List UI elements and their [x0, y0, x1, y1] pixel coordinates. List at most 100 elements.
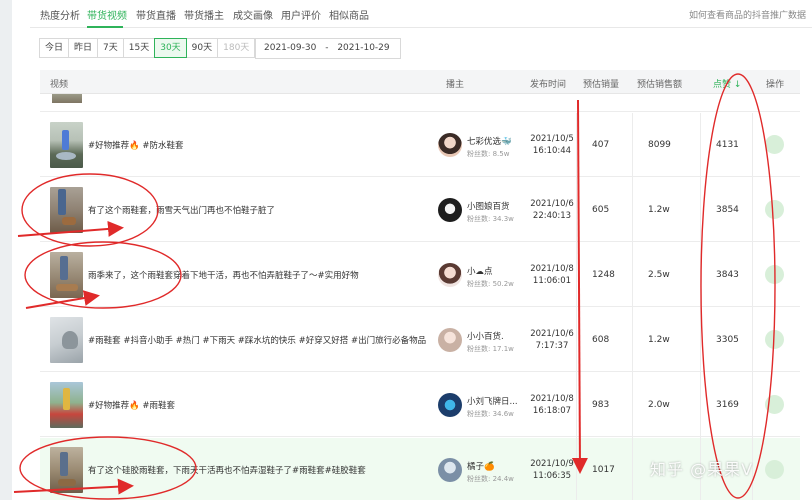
- header-est-sales[interactable]: 预估销量: [583, 77, 619, 90]
- est-amount: 2.0w: [648, 400, 670, 410]
- fans-count: 粉丝数: 34.3w: [467, 215, 514, 223]
- tab-bar: 热度分析 带货视频 带货直播 带货播主 成交画像 用户评价 相似商品 如何查看商…: [30, 0, 812, 28]
- table-row[interactable]: #好物推荐🔥 #雨鞋套 小刘飞牌日... 粉丝数: 34.6w 2021/10/…: [40, 373, 800, 437]
- streamer-name[interactable]: 小☁点: [467, 265, 493, 277]
- range-15d-button[interactable]: 15天: [122, 38, 156, 58]
- date-end: 2021-10-29: [337, 43, 390, 53]
- video-title[interactable]: 有了这个硅胶雨鞋套，下雨天干活再也不怕弄湿鞋子了#雨鞋套#硅胶鞋套: [88, 464, 366, 476]
- video-thumbnail[interactable]: [52, 94, 82, 103]
- streamer-name[interactable]: 小刘飞牌日...: [467, 395, 518, 407]
- tab-goods-videos[interactable]: 带货视频: [87, 7, 127, 22]
- row-action-button[interactable]: [765, 460, 784, 479]
- watermark: 知乎 @果果V: [650, 460, 754, 479]
- date-range-selector: 今日 昨日 7天 15天 30天 90天 180天: [39, 38, 256, 58]
- left-rail: [0, 0, 12, 500]
- est-amount: 2.5w: [648, 270, 670, 280]
- est-amount: 1.2w: [648, 205, 670, 215]
- fans-count: 粉丝数: 8.5w: [467, 150, 510, 158]
- header-publish-time[interactable]: 发布时间: [530, 77, 566, 90]
- streamer-avatar[interactable]: [438, 263, 462, 287]
- video-thumbnail[interactable]: [50, 317, 83, 363]
- videos-table: 视频 播主 发布时间 预估销量 预估销售额 点赞 ↓ 操作 #好物推荐🔥 #防水…: [40, 70, 800, 500]
- row-action-button[interactable]: [765, 395, 784, 414]
- range-90d-button[interactable]: 90天: [185, 38, 219, 58]
- help-link[interactable]: 如何查看商品的抖音推广数据: [689, 8, 806, 21]
- publish-time: 2021/10/9 11:06:35: [530, 459, 574, 481]
- publish-time: 2021/10/8 11:06:01: [530, 264, 574, 286]
- table-row-partial: [40, 94, 800, 112]
- fans-count: 粉丝数: 50.2w: [467, 280, 514, 288]
- likes-count: 3854: [716, 205, 739, 215]
- tab-user-reviews[interactable]: 用户评价: [281, 7, 321, 22]
- active-tab-indicator: [87, 26, 123, 28]
- tab-goods-live[interactable]: 带货直播: [136, 7, 176, 22]
- row-action-button[interactable]: [765, 330, 784, 349]
- date-separator: -: [325, 43, 329, 53]
- video-title[interactable]: 雨季来了，这个雨鞋套穿着下地干活，再也不怕弄脏鞋子了～#实用好物: [88, 269, 359, 281]
- range-30d-button[interactable]: 30天: [154, 38, 187, 58]
- publish-time: 2021/10/5 16:10:44: [530, 134, 574, 156]
- streamer-name[interactable]: 小小百货.: [467, 330, 504, 342]
- streamer-name[interactable]: 橘子🍊: [467, 460, 495, 472]
- video-title[interactable]: #好物推荐🔥 #雨鞋套: [88, 399, 175, 411]
- est-sales: 407: [592, 140, 610, 150]
- streamer-avatar[interactable]: [438, 328, 462, 352]
- range-yesterday-button[interactable]: 昨日: [68, 38, 99, 58]
- row-action-button[interactable]: [765, 135, 784, 154]
- video-title[interactable]: 有了这个雨鞋套，雨雪天气出门再也不怕鞋子脏了: [88, 204, 275, 216]
- date-start: 2021-09-30: [264, 43, 317, 53]
- tab-goods-streamers[interactable]: 带货播主: [184, 7, 224, 22]
- header-likes-sorted[interactable]: 点赞 ↓: [713, 77, 741, 90]
- publish-time: 2021/10/8 16:18:07: [530, 394, 574, 416]
- publish-time: 2021/10/6 7:17:37: [530, 329, 574, 351]
- fans-count: 粉丝数: 34.6w: [467, 410, 514, 418]
- video-title[interactable]: #好物推荐🔥 #防水鞋套: [88, 139, 184, 151]
- table-row[interactable]: #好物推荐🔥 #防水鞋套 七彩优选🐳 粉丝数: 8.5w 2021/10/5 16…: [40, 113, 800, 177]
- tab-heat-analysis[interactable]: 热度分析: [40, 7, 80, 22]
- est-amount: 1.2w: [648, 335, 670, 345]
- range-180d-button[interactable]: 180天: [217, 38, 256, 58]
- range-today-button[interactable]: 今日: [39, 38, 70, 58]
- table-header: 视频 播主 发布时间 预估销量 预估销售额 点赞 ↓ 操作: [40, 70, 800, 94]
- table-row[interactable]: 雨季来了，这个雨鞋套穿着下地干活，再也不怕弄脏鞋子了～#实用好物 小☁点 粉丝数…: [40, 243, 800, 307]
- video-thumbnail[interactable]: [50, 447, 83, 493]
- est-sales: 608: [592, 335, 610, 345]
- row-action-button[interactable]: [765, 265, 784, 284]
- likes-count: 3169: [716, 400, 739, 410]
- streamer-avatar[interactable]: [438, 393, 462, 417]
- tab-buyer-portrait[interactable]: 成交画像: [233, 7, 273, 22]
- streamer-avatar[interactable]: [438, 458, 462, 482]
- video-thumbnail[interactable]: [50, 187, 83, 233]
- table-row[interactable]: 有了这个雨鞋套，雨雪天气出门再也不怕鞋子脏了 小图娘百货 粉丝数: 34.3w …: [40, 178, 800, 242]
- video-thumbnail[interactable]: [50, 382, 83, 428]
- likes-count: 3843: [716, 270, 739, 280]
- header-streamer: 播主: [446, 80, 465, 90]
- column-divider: [752, 113, 753, 500]
- publish-time: 2021/10/6 22:40:13: [530, 199, 574, 221]
- est-sales: 983: [592, 400, 610, 410]
- column-divider: [576, 113, 577, 500]
- table-row[interactable]: #雨鞋套 #抖音小助手 #热门 #下雨天 #踩水坑的快乐 #好穿又好搭 #出门旅…: [40, 308, 800, 372]
- header-video: 视频: [50, 80, 69, 90]
- range-7d-button[interactable]: 7天: [97, 38, 124, 58]
- est-sales: 605: [592, 205, 610, 215]
- streamer-avatar[interactable]: [438, 198, 462, 222]
- streamer-name[interactable]: 小图娘百货: [467, 200, 510, 212]
- est-sales: 1248: [592, 270, 615, 280]
- video-thumbnail[interactable]: [50, 252, 83, 298]
- header-est-amount[interactable]: 预估销售额: [637, 77, 682, 90]
- streamer-avatar[interactable]: [438, 133, 462, 157]
- video-title[interactable]: #雨鞋套 #抖音小助手 #热门 #下雨天 #踩水坑的快乐 #好穿又好搭 #出门旅…: [88, 334, 426, 346]
- likes-count: 4131: [716, 140, 739, 150]
- fans-count: 粉丝数: 24.4w: [467, 475, 514, 483]
- likes-count: 3305: [716, 335, 739, 345]
- column-divider: [700, 113, 701, 500]
- row-action-button[interactable]: [765, 200, 784, 219]
- video-thumbnail[interactable]: [50, 122, 83, 168]
- header-action: 操作: [766, 80, 785, 90]
- tab-similar-goods[interactable]: 相似商品: [329, 7, 369, 22]
- streamer-name[interactable]: 七彩优选🐳: [467, 135, 512, 147]
- column-divider: [632, 113, 633, 500]
- date-range-picker[interactable]: 2021-09-30 - 2021-10-29: [255, 38, 401, 59]
- fans-count: 粉丝数: 17.1w: [467, 345, 514, 353]
